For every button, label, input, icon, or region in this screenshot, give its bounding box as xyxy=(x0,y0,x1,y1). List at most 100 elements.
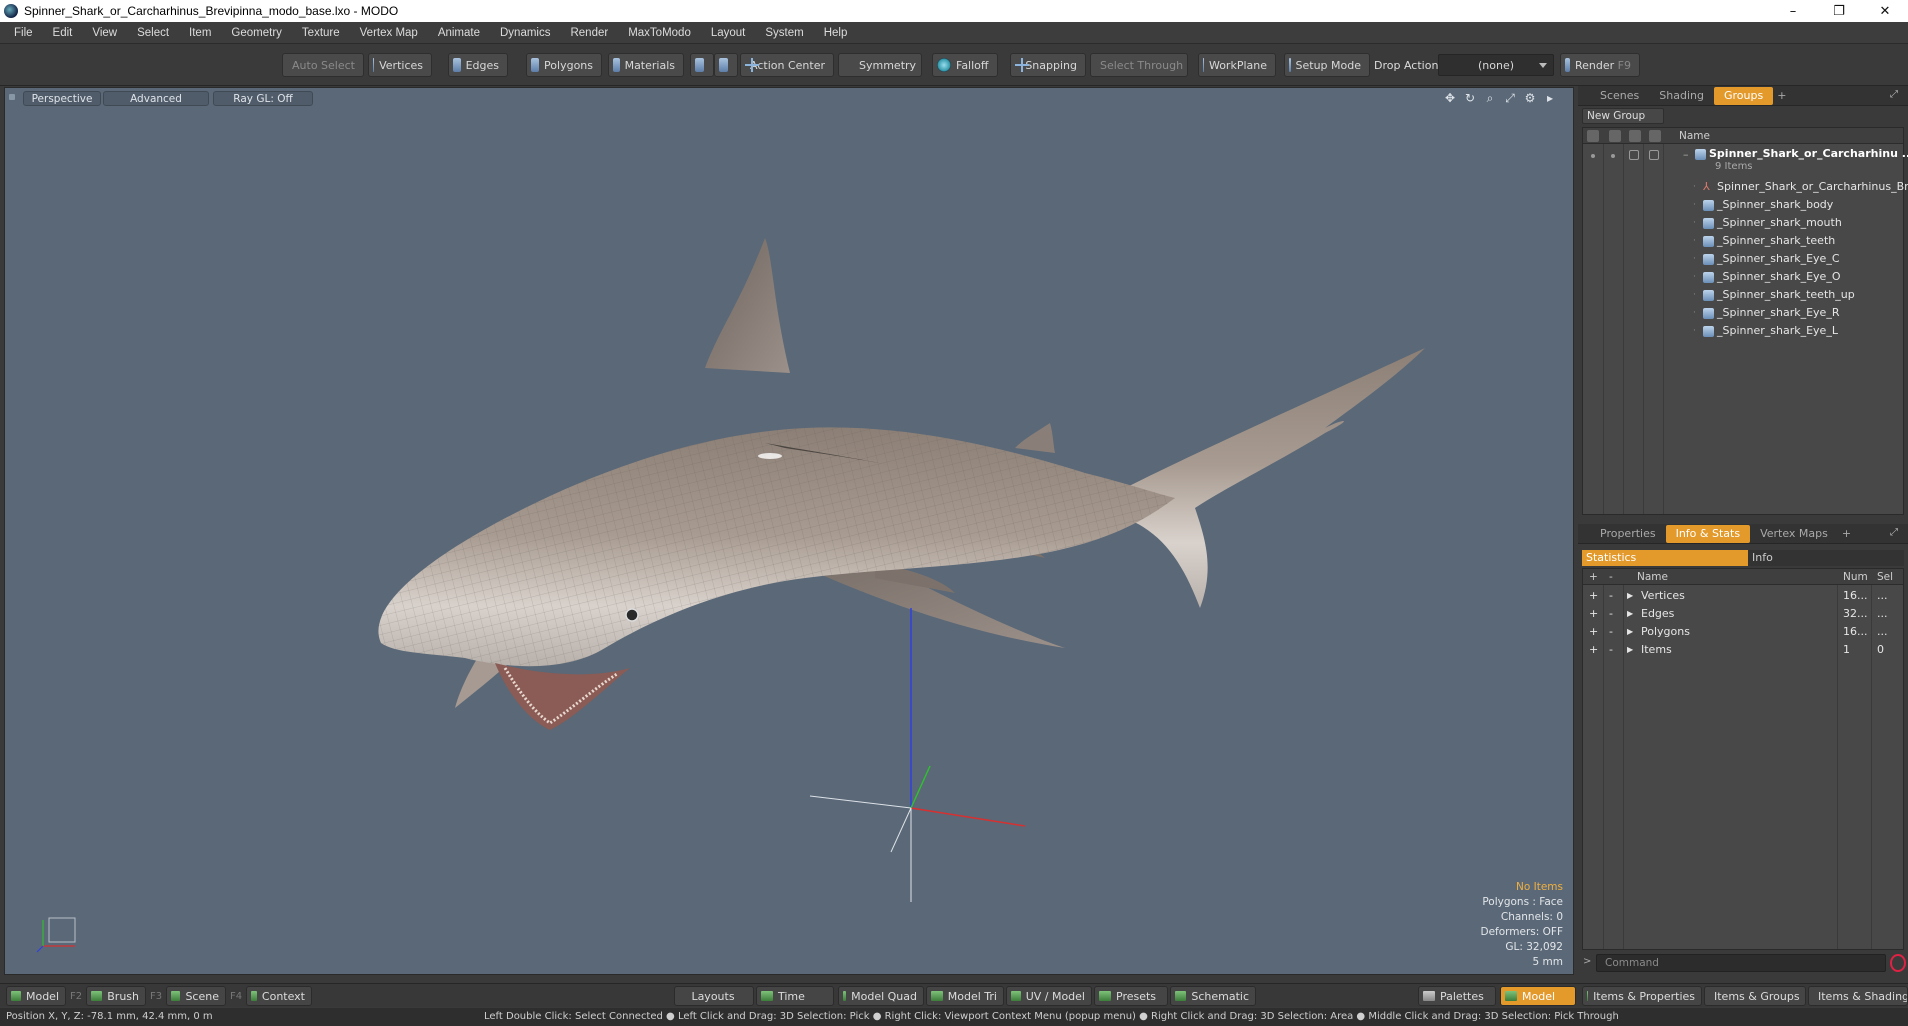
group-item-row[interactable]: · _Spinner_shark_mouth xyxy=(1583,214,1903,232)
expand-icon[interactable]: + xyxy=(1589,589,1598,602)
time-layout-button[interactable]: Time xyxy=(756,986,834,1006)
brush-layout-button[interactable]: Brush xyxy=(86,986,146,1006)
stat-row-polygons[interactable]: + - ▶ Polygons 16... ... xyxy=(1583,623,1903,641)
group-item-row[interactable]: · _Spinner_shark_Eye_O xyxy=(1583,268,1903,286)
select-through-button[interactable]: Select Through xyxy=(1090,53,1188,77)
expand-all-header[interactable]: + xyxy=(1589,571,1598,583)
add-tab-button[interactable]: + xyxy=(1838,525,1855,543)
collapse-all-header[interactable]: - xyxy=(1609,571,1613,583)
menu-vertex-map[interactable]: Vertex Map xyxy=(350,27,428,39)
command-run-icon[interactable] xyxy=(1890,954,1906,972)
tab-scenes[interactable]: Scenes xyxy=(1590,87,1649,105)
schematic-button[interactable]: Schematic xyxy=(1170,986,1256,1006)
expand-panel-icon[interactable]: ⤢ xyxy=(1890,527,1902,539)
expand-icon[interactable]: + xyxy=(1589,607,1598,620)
items-properties-button[interactable]: Items & Properties xyxy=(1582,986,1702,1006)
menu-system[interactable]: System xyxy=(755,27,813,39)
render-column-icon[interactable] xyxy=(1609,130,1621,142)
layouts-button[interactable]: Layouts xyxy=(674,986,754,1006)
new-group-button[interactable]: New Group xyxy=(1582,108,1664,124)
scene-layout-button[interactable]: Scene xyxy=(166,986,226,1006)
visibility-eye-icon[interactable] xyxy=(1591,154,1595,158)
tab-info[interactable]: Info xyxy=(1748,550,1904,566)
expand-panel-icon[interactable]: ⤢ xyxy=(1890,89,1902,101)
group-item-row[interactable]: · ⅄ Spinner_Shark_or_Carcharhinus_Br... xyxy=(1583,178,1908,196)
action-center-button[interactable]: Action Center xyxy=(740,53,834,77)
collapse-icon[interactable]: - xyxy=(1609,589,1613,602)
model-tri-button[interactable]: Model Tri xyxy=(926,986,1004,1006)
triangle-right-icon[interactable]: ▶ xyxy=(1627,627,1633,636)
menu-maxtomodo[interactable]: MaxToModo xyxy=(618,27,701,39)
select-mode-b-button[interactable] xyxy=(714,53,738,77)
group-root-row[interactable]: – Spinner_Shark_or_Carcharhinu ... 9 Ite… xyxy=(1583,146,1908,176)
minimize-button[interactable]: – xyxy=(1770,0,1816,22)
tab-groups[interactable]: Groups xyxy=(1713,86,1774,105)
select-column-icon[interactable] xyxy=(1649,130,1661,142)
expand-icon[interactable]: + xyxy=(1589,625,1598,638)
lock-column-icon[interactable] xyxy=(1629,130,1641,142)
menu-geometry[interactable]: Geometry xyxy=(221,27,292,39)
auto-select-button[interactable]: Auto Select xyxy=(282,53,364,77)
collapse-icon[interactable]: – xyxy=(1683,148,1689,161)
select-mode-a-button[interactable] xyxy=(690,53,714,77)
collapse-icon[interactable]: - xyxy=(1609,607,1613,620)
add-tab-button[interactable]: + xyxy=(1773,87,1790,105)
select-checkbox[interactable] xyxy=(1649,150,1659,160)
menu-view[interactable]: View xyxy=(82,27,127,39)
command-input[interactable]: Command xyxy=(1596,954,1886,972)
triangle-right-icon[interactable]: ▶ xyxy=(1627,645,1633,654)
symmetry-button[interactable]: Symmetry xyxy=(838,53,922,77)
stat-row-items[interactable]: + - ▶ Items 1 0 xyxy=(1583,641,1903,659)
items-shading-button[interactable]: Items & Shading xyxy=(1808,986,1908,1006)
palettes-button[interactable]: Palettes xyxy=(1418,986,1496,1006)
3d-viewport[interactable]: Perspective Advanced Ray GL: Off ✥ ↻ ⌕ ⤢… xyxy=(4,87,1574,975)
command-history-icon[interactable]: > xyxy=(1583,956,1591,967)
falloff-button[interactable]: Falloff xyxy=(932,53,998,77)
tab-info-stats[interactable]: Info & Stats xyxy=(1665,524,1751,543)
tab-vertex-maps[interactable]: Vertex Maps xyxy=(1750,525,1838,543)
group-item-row[interactable]: · _Spinner_shark_body xyxy=(1583,196,1903,214)
snapping-button[interactable]: Snapping xyxy=(1010,53,1086,77)
render-toggle-icon[interactable] xyxy=(1611,154,1615,158)
menu-animate[interactable]: Animate xyxy=(428,27,490,39)
stat-row-vertices[interactable]: + - ▶ Vertices 16... ... xyxy=(1583,587,1903,605)
menu-dynamics[interactable]: Dynamics xyxy=(490,27,560,39)
group-item-row[interactable]: · _Spinner_shark_teeth xyxy=(1583,232,1903,250)
group-item-row[interactable]: · _Spinner_shark_Eye_R xyxy=(1583,304,1903,322)
setup-mode-button[interactable]: Setup Mode xyxy=(1284,53,1370,77)
menu-edit[interactable]: Edit xyxy=(43,27,83,39)
menu-help[interactable]: Help xyxy=(814,27,858,39)
presets-button[interactable]: Presets xyxy=(1094,986,1168,1006)
materials-button[interactable]: Materials xyxy=(608,53,684,77)
group-item-row[interactable]: · _Spinner_shark_Eye_C xyxy=(1583,250,1903,268)
vertices-button[interactable]: Vertices xyxy=(368,53,432,77)
menu-layout[interactable]: Layout xyxy=(701,27,756,39)
menu-file[interactable]: File xyxy=(4,27,43,39)
group-item-row[interactable]: · _Spinner_shark_Eye_L xyxy=(1583,322,1903,340)
tab-properties[interactable]: Properties xyxy=(1590,525,1666,543)
menu-item[interactable]: Item xyxy=(179,27,221,39)
visibility-column-icon[interactable] xyxy=(1587,130,1599,142)
collapse-icon[interactable]: - xyxy=(1609,643,1613,656)
menu-select[interactable]: Select xyxy=(127,27,179,39)
model-layout-active-button[interactable]: Model xyxy=(1500,986,1576,1006)
model-quad-button[interactable]: Model Quad xyxy=(838,986,924,1006)
collapse-icon[interactable]: - xyxy=(1609,625,1613,638)
lock-checkbox[interactable] xyxy=(1629,150,1639,160)
uv-model-button[interactable]: UV / Model xyxy=(1006,986,1092,1006)
menu-render[interactable]: Render xyxy=(560,27,618,39)
drop-action-select[interactable]: (none) xyxy=(1438,54,1554,76)
expand-icon[interactable]: + xyxy=(1589,643,1598,656)
context-layout-button[interactable]: Context xyxy=(246,986,312,1006)
group-item-row[interactable]: · _Spinner_shark_teeth_up xyxy=(1583,286,1903,304)
edges-button[interactable]: Edges xyxy=(448,53,508,77)
tab-shading[interactable]: Shading xyxy=(1649,87,1714,105)
polygons-button[interactable]: Polygons xyxy=(526,53,602,77)
tab-statistics[interactable]: Statistics xyxy=(1582,550,1748,566)
stat-row-edges[interactable]: + - ▶ Edges 32... ... xyxy=(1583,605,1903,623)
model-layout-button[interactable]: Model xyxy=(6,986,66,1006)
close-button[interactable]: ✕ xyxy=(1862,0,1908,22)
items-groups-button[interactable]: Items & Groups xyxy=(1704,986,1806,1006)
transform-gizmo[interactable] xyxy=(5,88,1574,975)
restore-button[interactable]: ❐ xyxy=(1816,0,1862,22)
